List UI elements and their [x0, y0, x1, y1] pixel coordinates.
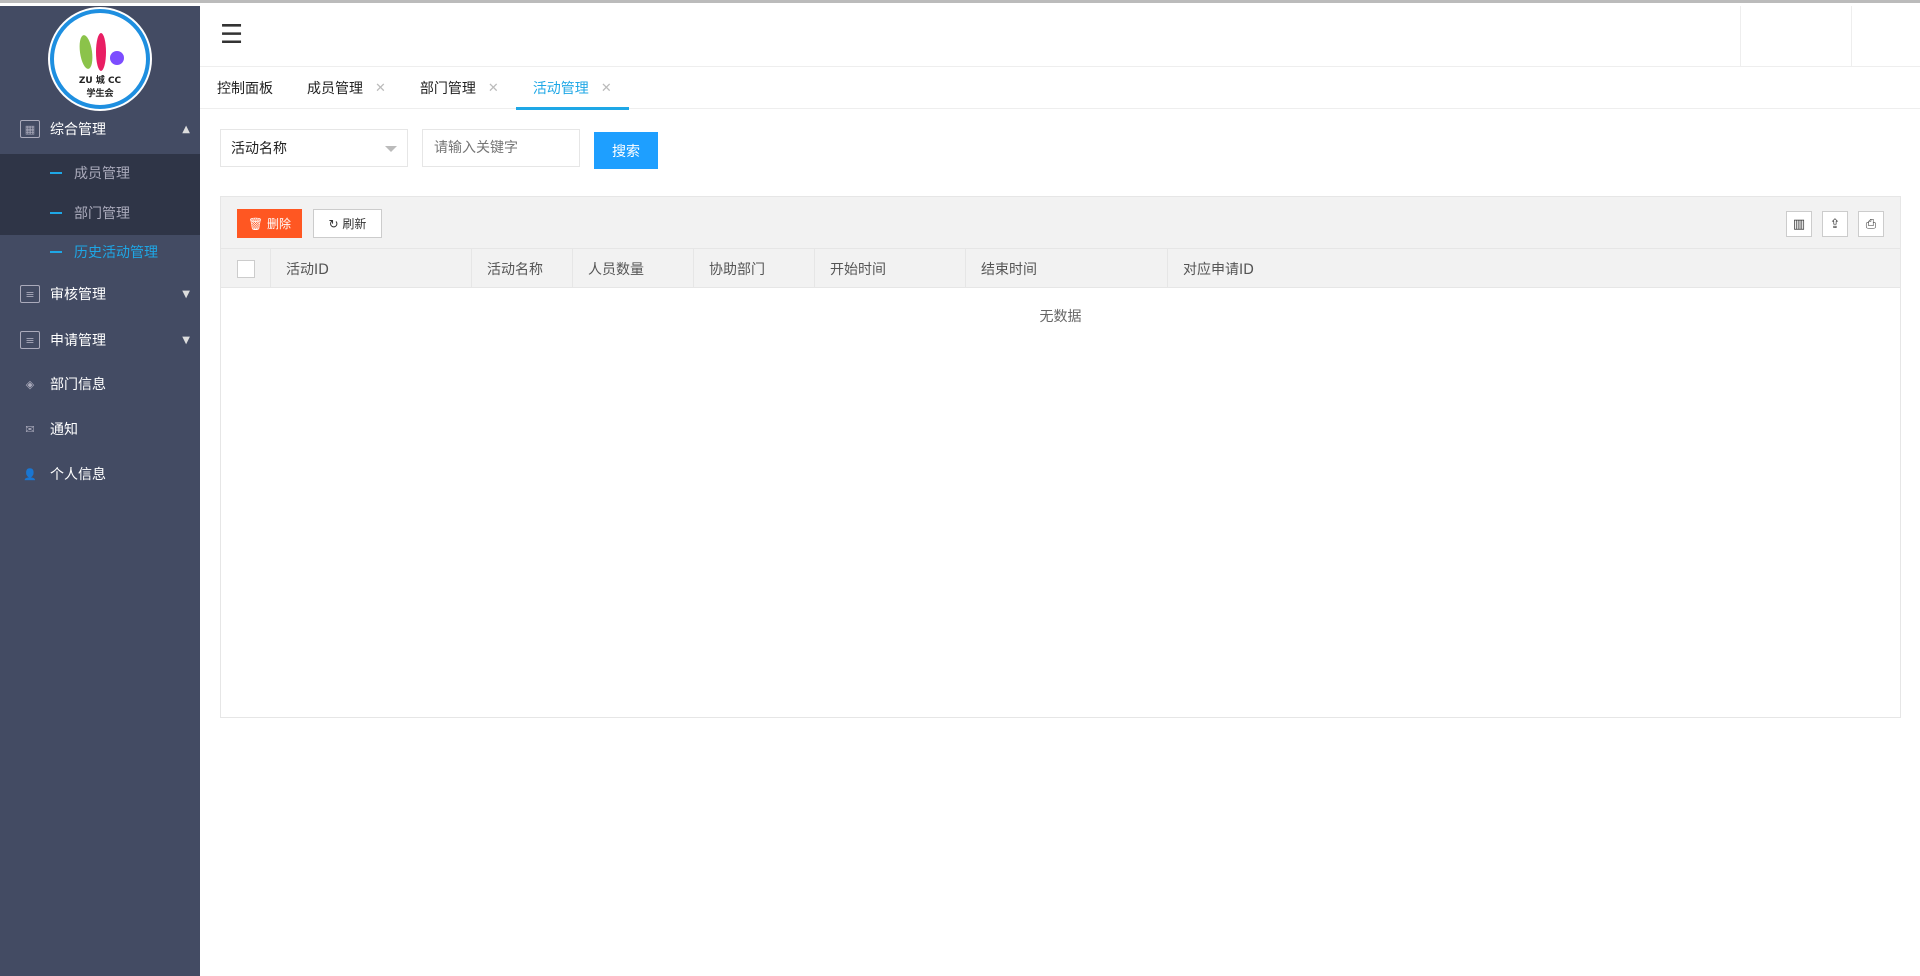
refresh-button[interactable]: ↻ 刷新 — [313, 209, 382, 238]
delete-button[interactable]: 🗑 删除 — [237, 209, 302, 238]
sidebar-item-departments[interactable]: 部门管理 — [0, 194, 200, 232]
export-icon[interactable]: ⇪ — [1822, 211, 1848, 237]
trash-icon: 🗑 — [247, 217, 268, 231]
sidebar-item-notice[interactable]: ✉ 通知 — [0, 409, 200, 449]
columns-icon[interactable]: ▥ — [1786, 211, 1812, 237]
sidebar-item-members[interactable]: 成员管理 — [0, 154, 200, 192]
column-header[interactable]: 开始时间 — [814, 249, 965, 288]
column-header[interactable]: 结束时间 — [965, 249, 1167, 288]
close-icon[interactable]: ✕ — [375, 81, 386, 96]
header: ☰ — [200, 6, 1920, 67]
tab-members[interactable]: 成员管理 ✕ — [290, 67, 403, 109]
search-input[interactable] — [422, 129, 580, 167]
list-icon: ≡ — [20, 285, 40, 303]
tab-dashboard[interactable]: 控制面板 — [200, 67, 290, 109]
mail-icon: ✉ — [25, 422, 35, 436]
caret-down-icon: ▼ — [182, 288, 190, 300]
column-header[interactable]: 人员数量 — [572, 249, 693, 288]
sidebar: ZU 城 CC 学生会 ▦ 综合管理 ▲ 成员管理 部门管理 历史活动管理 ≡ 审核管理… — [0, 6, 200, 976]
search-field-select[interactable]: 活动名称 — [220, 129, 408, 167]
table-header: 活动ID 活动名称 人员数量 协助部门 开始时间 结束时间 对应申请ID — [221, 249, 1900, 288]
tab-departments[interactable]: 部门管理 ✕ — [403, 67, 516, 109]
column-header[interactable]: 协助部门 — [693, 249, 814, 288]
data-table: 🗑 删除 ↻ 刷新 ▥ ⇪ ⎙ 活动ID 活动名称 人员数量 协助部门 开始时间… — [220, 196, 1901, 718]
sidebar-item-history-activities[interactable]: 历史活动管理 — [0, 233, 200, 271]
select-all-checkbox[interactable] — [237, 260, 255, 278]
list-icon: ≡ — [20, 331, 40, 349]
caret-up-icon: ▲ — [182, 123, 190, 135]
logo: ZU 城 CC 学生会 — [50, 9, 150, 109]
close-icon[interactable]: ✕ — [488, 81, 499, 96]
table-toolbar: 🗑 删除 ↻ 刷新 ▥ ⇪ ⎙ — [221, 197, 1900, 249]
submenu: 成员管理 部门管理 — [0, 154, 200, 235]
close-icon[interactable]: ✕ — [601, 81, 612, 96]
refresh-icon: ↻ — [328, 217, 343, 231]
layers-icon: ◈ — [25, 377, 35, 391]
caret-down-icon: ▼ — [182, 334, 190, 346]
tab-bar: 控制面板 成员管理 ✕ 部门管理 ✕ 活动管理 ✕ — [200, 67, 1920, 110]
print-icon[interactable]: ⎙ — [1858, 211, 1884, 237]
empty-message: 无数据 — [1039, 309, 1082, 325]
search-button[interactable]: 搜索 — [594, 132, 658, 169]
caret-down-icon — [385, 146, 397, 158]
column-header[interactable]: 活动名称 — [471, 249, 572, 288]
user-icon: 👤 — [23, 467, 37, 481]
grid-icon: ▦ — [20, 120, 40, 138]
sidebar-group-general[interactable]: ▦ 综合管理 ▲ — [0, 109, 200, 149]
sidebar-group-apply[interactable]: ≡ 申请管理 ▼ — [0, 320, 200, 360]
sidebar-group-review[interactable]: ≡ 审核管理 ▼ — [0, 274, 200, 314]
tab-activities[interactable]: 活动管理 ✕ — [515, 67, 629, 110]
sidebar-item-dept-info[interactable]: ◈ 部门信息 — [0, 364, 200, 404]
column-header[interactable]: 对应申请ID — [1167, 249, 1900, 288]
hamburger-icon[interactable]: ☰ — [220, 20, 243, 50]
column-header[interactable]: 活动ID — [270, 249, 471, 288]
sidebar-item-profile[interactable]: 👤 个人信息 — [0, 454, 200, 494]
